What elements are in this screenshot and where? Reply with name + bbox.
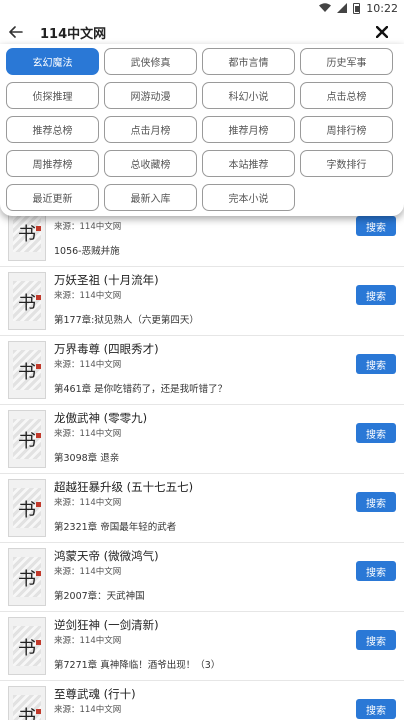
cover-seal bbox=[36, 640, 41, 645]
wifi-icon bbox=[319, 3, 332, 12]
category-tag[interactable]: 最近更新 bbox=[6, 184, 99, 211]
category-tag[interactable]: 完本小说 bbox=[202, 184, 295, 211]
cover-glyph: 书 bbox=[18, 362, 36, 383]
close-button[interactable] bbox=[370, 20, 394, 44]
book-source: 来源：114中文网 bbox=[54, 429, 122, 439]
category-tag[interactable]: 点击月榜 bbox=[104, 116, 197, 143]
book-title: 万界毒尊 (四眼秀才) bbox=[54, 342, 159, 356]
search-button[interactable]: 搜索 bbox=[356, 285, 396, 305]
book-title: 万妖圣祖 (十月流年) bbox=[54, 273, 159, 287]
category-grid: 玄幻魔法 武侠修真 都市言情 历史军事侦探推理 网游动漫 科幻小说 点击总榜推荐总榜 点击月榜… bbox=[6, 48, 398, 211]
category-tag[interactable]: 玄幻魔法 bbox=[6, 48, 99, 75]
book-row[interactable]: 书 龙傲武神 (零零九) 来源：114中文网 第3098章 退亲 搜索 bbox=[0, 405, 404, 474]
book-list[interactable]: 书来源：114中文网 1056-恶贼并施 搜索书万妖圣祖 (十月流年) 来源：114中… bbox=[0, 206, 404, 720]
category-tag[interactable]: 周排行榜 bbox=[300, 116, 393, 143]
cover-glyph: 书 bbox=[18, 707, 36, 720]
search-button[interactable]: 搜索 bbox=[356, 354, 396, 374]
search-button[interactable]: 搜索 bbox=[356, 699, 396, 719]
cover-seal bbox=[36, 709, 41, 714]
category-tag[interactable]: 都市言情 bbox=[202, 48, 295, 75]
book-source: 来源：114中文网 bbox=[54, 222, 122, 232]
book-latest-chapter: 第2321章 帝国最年轻的武者 bbox=[54, 522, 177, 533]
book-cover: 书 bbox=[8, 548, 46, 606]
book-latest-chapter: 第7271章 真神降临！酒爷出现！（3） bbox=[54, 660, 221, 671]
category-tag[interactable]: 点击总榜 bbox=[300, 82, 393, 109]
book-latest-chapter: 第461章 是你吃错药了，还是我听错了？ bbox=[54, 384, 228, 395]
cover-seal bbox=[36, 226, 41, 231]
book-title: 逆剑狂神 (一剑清新) bbox=[54, 618, 159, 632]
close-icon bbox=[376, 26, 388, 38]
category-tag[interactable]: 推荐总榜 bbox=[6, 116, 99, 143]
book-cover: 书 bbox=[8, 686, 46, 720]
cellular-signal-icon bbox=[337, 3, 348, 13]
book-title: 超越狂暴升级 (五十七五七) bbox=[54, 480, 194, 494]
book-source: 来源：114中文网 bbox=[54, 567, 122, 577]
cover-seal bbox=[36, 364, 41, 369]
book-source: 来源：114中文网 bbox=[54, 498, 122, 508]
book-title: 鸿蒙天帝 (微微鸿气) bbox=[54, 549, 159, 563]
cover-seal bbox=[36, 295, 41, 300]
category-tag[interactable]: 最新入库 bbox=[104, 184, 197, 211]
category-tag[interactable]: 武侠修真 bbox=[104, 48, 197, 75]
book-source: 来源：114中文网 bbox=[54, 705, 122, 715]
category-tag[interactable]: 本站推荐 bbox=[202, 150, 295, 177]
battery-icon bbox=[353, 2, 361, 14]
status-bar: 10:22 bbox=[0, 0, 404, 16]
cover-glyph: 书 bbox=[18, 638, 36, 659]
book-row[interactable]: 书 至尊武魂 (行十) 来源：114中文网 搜索 bbox=[0, 681, 404, 720]
book-source: 来源：114中文网 bbox=[54, 291, 122, 301]
book-latest-chapter: 第3098章 退亲 bbox=[54, 453, 120, 464]
cover-seal bbox=[36, 433, 41, 438]
book-latest-chapter: 1056-恶贼并施 bbox=[54, 246, 120, 257]
search-button[interactable]: 搜索 bbox=[356, 630, 396, 650]
book-row[interactable]: 书 万界毒尊 (四眼秀才) 来源：114中文网第461章 是你吃错药了，还是我听错了… bbox=[0, 336, 404, 405]
cover-glyph: 书 bbox=[18, 431, 36, 452]
book-cover: 书 bbox=[8, 341, 46, 399]
book-latest-chapter: 第2007章：天武神国 bbox=[54, 591, 145, 602]
book-row[interactable]: 书 鸿蒙天帝 (微微鸿气) 来源：114中文网第2007章：天武神国 搜索 bbox=[0, 543, 404, 612]
cover-seal bbox=[36, 571, 41, 576]
category-tag[interactable]: 字数排行 bbox=[300, 150, 393, 177]
cover-glyph: 书 bbox=[18, 500, 36, 521]
cover-seal bbox=[36, 502, 41, 507]
book-source: 来源：114中文网 bbox=[54, 636, 122, 646]
book-title: 至尊武魂 (行十) bbox=[54, 687, 136, 701]
book-latest-chapter: 第177章:狱见熟人（六更第四天） bbox=[54, 315, 199, 326]
category-tag[interactable]: 侦探推理 bbox=[6, 82, 99, 109]
category-tag[interactable]: 网游动漫 bbox=[104, 82, 197, 109]
arrow-left-icon bbox=[9, 26, 23, 38]
book-row[interactable]: 书 超越狂暴升级 (五十七五七) 来源：114中文网第2321章 帝国最年轻的武者 搜… bbox=[0, 474, 404, 543]
category-tag[interactable]: 历史军事 bbox=[300, 48, 393, 75]
cover-glyph: 书 bbox=[18, 569, 36, 590]
cover-glyph: 书 bbox=[18, 224, 36, 245]
book-cover: 书 bbox=[8, 410, 46, 468]
category-tag[interactable]: 科幻小说 bbox=[202, 82, 295, 109]
page-title: 114中文网 bbox=[40, 26, 107, 42]
category-tag[interactable]: 周推荐榜 bbox=[6, 150, 99, 177]
book-title: 龙傲武神 (零零九) bbox=[54, 411, 148, 425]
search-button[interactable]: 搜索 bbox=[356, 561, 396, 581]
book-cover: 书 bbox=[8, 617, 46, 675]
book-row[interactable]: 书 万妖圣祖 (十月流年) 来源：114中文网第177章:狱见熟人（六更第四天） 搜索 bbox=[0, 267, 404, 336]
cover-glyph: 书 bbox=[18, 293, 36, 314]
book-cover: 书 bbox=[8, 479, 46, 537]
search-button[interactable]: 搜索 bbox=[356, 492, 396, 512]
book-source: 来源：114中文网 bbox=[54, 360, 122, 370]
category-tag[interactable]: 总收藏榜 bbox=[104, 150, 197, 177]
category-panel: 玄幻魔法 武侠修真 都市言情 历史军事侦探推理 网游动漫 科幻小说 点击总榜推荐总榜 点击月榜… bbox=[0, 44, 404, 216]
search-button[interactable]: 搜索 bbox=[356, 423, 396, 443]
category-tag[interactable]: 推荐月榜 bbox=[202, 116, 295, 143]
status-time: 10:22 bbox=[366, 1, 398, 15]
book-cover: 书 bbox=[8, 272, 46, 330]
book-row[interactable]: 书 逆剑狂神 (一剑清新) 来源：114中文网第7271章 真神降临！酒爷出现！（3… bbox=[0, 612, 404, 681]
search-button[interactable]: 搜索 bbox=[356, 216, 396, 236]
